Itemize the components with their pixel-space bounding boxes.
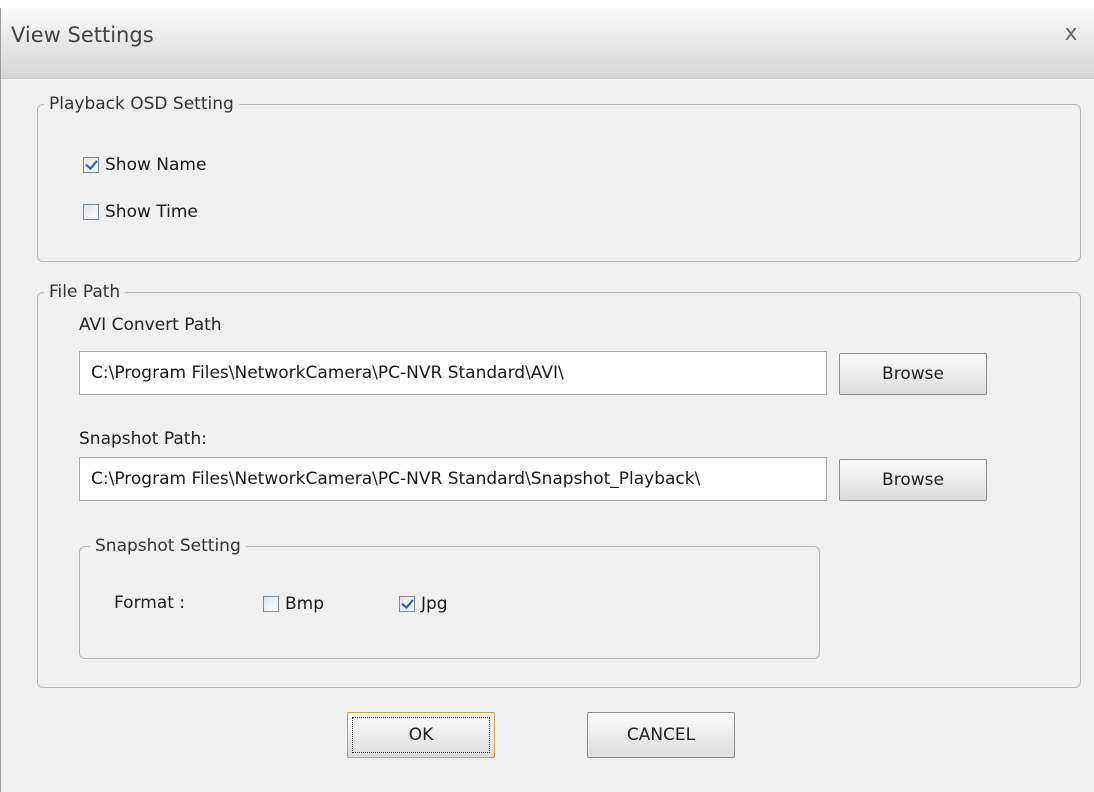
avi-convert-path-label: AVI Convert Path [79,315,222,335]
playback-osd-legend: Playback OSD Setting [44,93,239,115]
bmp-label: Bmp [285,594,325,614]
view-settings-dialog: View Settings x Playback OSD Setting Sho… [0,8,1094,792]
snapshot-path-field[interactable]: C:\Program Files\NetworkCamera\PC-NVR St… [79,457,827,501]
ok-button[interactable]: OK [347,712,495,758]
file-path-legend: File Path [44,281,126,303]
show-time-label: Show Time [105,202,198,222]
snapshot-setting-group: Snapshot Setting Format : Bmp Jpg [79,535,820,659]
cancel-button[interactable]: CANCEL [587,712,735,758]
file-path-group: File Path AVI Convert Path C:\Program Fi… [37,281,1081,688]
show-time-checkbox[interactable] [83,204,99,220]
format-label: Format : [114,593,186,613]
jpg-label: Jpg [421,594,448,614]
jpg-option[interactable]: Jpg [399,594,448,614]
playback-osd-group: Playback OSD Setting Show Name Show Time [37,93,1081,262]
avi-convert-path-field[interactable]: C:\Program Files\NetworkCamera\PC-NVR St… [79,351,827,395]
focus-ring [352,717,490,753]
bmp-option[interactable]: Bmp [263,594,324,614]
close-icon[interactable]: x [1058,19,1084,49]
snapshot-browse-button[interactable]: Browse [839,459,987,501]
bmp-checkbox[interactable] [263,596,279,612]
show-name-checkbox[interactable] [83,157,99,173]
snapshot-setting-legend: Snapshot Setting [90,535,246,557]
jpg-checkbox[interactable] [399,596,415,612]
dialog-title: View Settings [11,23,154,47]
show-name-option[interactable]: Show Name [83,155,206,175]
show-name-label: Show Name [105,155,207,175]
title-bar[interactable]: View Settings x [1,8,1094,79]
avi-browse-button[interactable]: Browse [839,353,987,395]
snapshot-path-label: Snapshot Path: [79,429,207,449]
show-time-option[interactable]: Show Time [83,202,198,222]
